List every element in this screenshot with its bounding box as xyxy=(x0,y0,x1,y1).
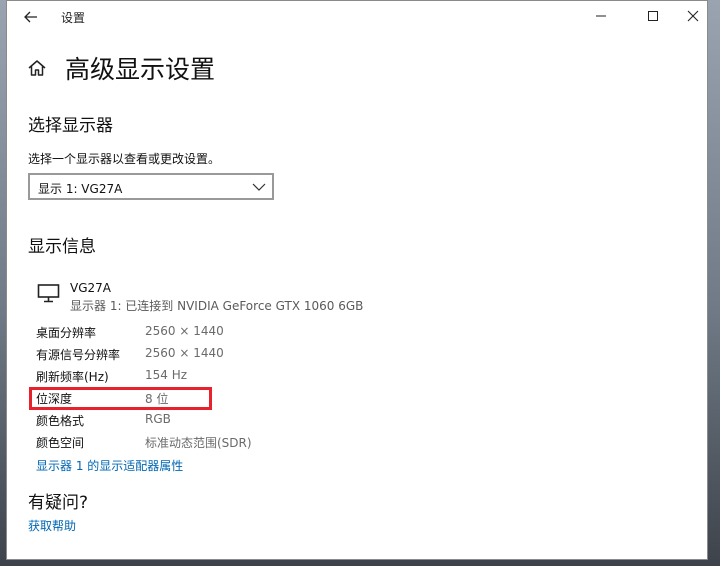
close-icon xyxy=(687,10,699,22)
section-heading-display-info: 显示信息 xyxy=(28,237,96,257)
section-heading-select-display: 选择显示器 xyxy=(28,116,113,136)
info-label: 刷新频率(Hz) xyxy=(36,370,109,384)
back-button[interactable] xyxy=(15,5,47,29)
section-heading-help: 有疑问? xyxy=(28,493,89,513)
settings-window: 设置 高级显示设置 选择显示器 选择一个显示器以查看或更改设置。 显示 1: V… xyxy=(6,0,708,560)
home-icon[interactable] xyxy=(27,57,49,79)
page-header: 高级显示设置 xyxy=(27,51,215,85)
app-title: 设置 xyxy=(61,11,86,25)
info-label: 桌面分辨率 xyxy=(36,326,97,340)
info-label: 颜色格式 xyxy=(36,414,85,428)
minimize-button[interactable] xyxy=(581,1,621,31)
display-dropdown[interactable]: 显示 1: VG27A xyxy=(28,173,274,200)
info-row-color-space: 颜色空间 标准动态范围(SDR) xyxy=(36,433,336,451)
info-row-desktop-resolution: 桌面分辨率 2560 × 1440 xyxy=(36,323,336,341)
info-row-active-signal-resolution: 有源信号分辨率 2560 × 1440 xyxy=(36,345,336,363)
watermark-text: 新 众 众 xyxy=(634,524,706,544)
display-adapter-properties-link[interactable]: 显示器 1 的显示适配器属性 xyxy=(36,457,183,474)
page-title: 高级显示设置 xyxy=(65,55,216,84)
minimize-icon xyxy=(596,15,606,17)
info-value: RGB xyxy=(145,412,171,426)
info-value: 2560 × 1440 xyxy=(145,346,224,360)
back-arrow-icon xyxy=(24,11,37,23)
maximize-icon xyxy=(648,11,658,21)
monitor-connection: 显示器 1: 已连接到 NVIDIA GeForce GTX 1060 6GB xyxy=(70,299,364,313)
monitor-icon xyxy=(37,284,60,303)
info-value: 2560 × 1440 xyxy=(145,324,224,338)
title-bar: 设置 xyxy=(7,1,707,33)
get-help-link[interactable]: 获取帮助 xyxy=(28,517,76,534)
maximize-button[interactable] xyxy=(633,1,673,31)
info-value: 154 Hz xyxy=(145,368,188,382)
monitor-name: VG27A xyxy=(70,281,111,295)
info-label: 颜色空间 xyxy=(36,436,85,450)
display-dropdown-value: 显示 1: VG27A xyxy=(38,182,123,196)
info-value: 标准动态范围(SDR) xyxy=(145,436,252,450)
info-label: 有源信号分辨率 xyxy=(36,348,121,362)
bit-depth-highlight-box xyxy=(29,387,212,410)
chevron-down-icon xyxy=(252,183,266,191)
close-button[interactable] xyxy=(673,1,713,31)
info-row-refresh-rate: 刷新频率(Hz) 154 Hz xyxy=(36,367,336,385)
info-row-color-format: 颜色格式 RGB xyxy=(36,411,336,429)
select-display-description: 选择一个显示器以查看或更改设置。 xyxy=(28,152,221,166)
